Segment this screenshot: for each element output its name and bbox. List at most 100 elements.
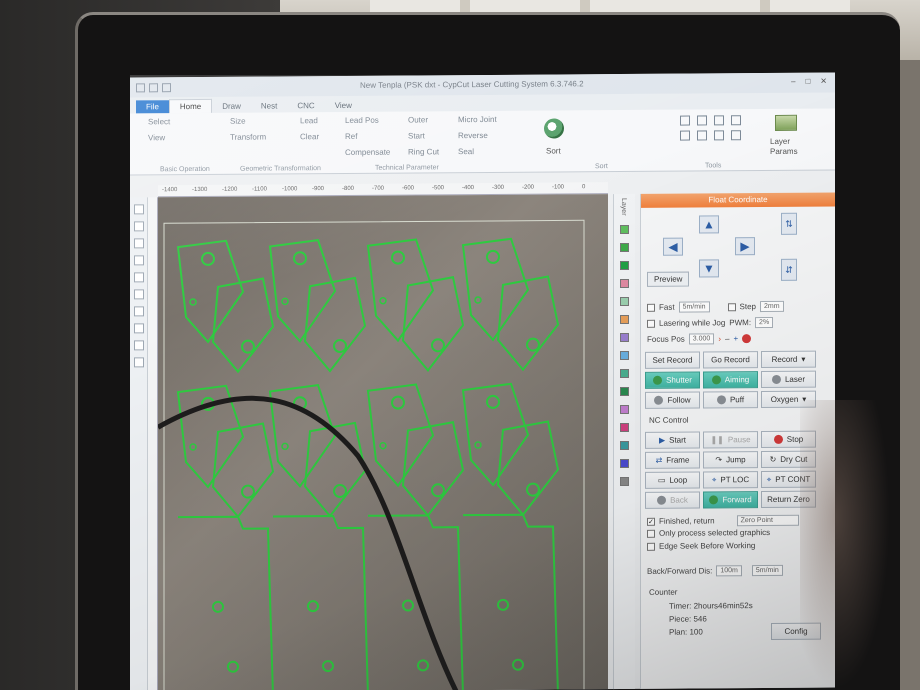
layer-swatch[interactable]	[620, 386, 629, 396]
z-up-icon[interactable]: ⇅	[781, 212, 797, 235]
text-tool-icon[interactable]	[133, 289, 144, 300]
jog-up-icon[interactable]: ▲	[699, 215, 719, 234]
focus-next-icon[interactable]: ›	[718, 334, 721, 343]
view-button[interactable]: View	[148, 133, 170, 142]
pointer-icon[interactable]	[133, 204, 144, 215]
jump-button[interactable]: ↷ Jump	[703, 451, 758, 469]
ungroup-icon[interactable]	[697, 130, 707, 141]
aiming-button[interactable]: Aiming	[703, 371, 758, 389]
seal-button[interactable]: Seal	[458, 147, 497, 156]
back-button[interactable]: Back	[645, 491, 700, 509]
sort-icon[interactable]	[544, 118, 564, 139]
outer-button[interactable]: Outer	[408, 115, 439, 124]
measure-icon[interactable]	[731, 115, 741, 126]
tab-cnc[interactable]: CNC	[287, 99, 324, 112]
preview-button[interactable]: Preview	[647, 271, 690, 287]
pause-button[interactable]: ❚❚ Pause	[703, 431, 758, 449]
layer-swatch[interactable]	[620, 242, 629, 252]
record-dropdown[interactable]: Record ▾	[761, 350, 816, 369]
node-edit-icon[interactable]	[133, 221, 144, 232]
align-right-icon[interactable]	[714, 115, 724, 126]
maximize-icon[interactable]: □	[805, 77, 810, 86]
set-record-button[interactable]: Set Record	[645, 351, 700, 369]
config-button[interactable]: Config	[771, 622, 821, 640]
lead-button[interactable]: Lead	[300, 116, 319, 125]
ring-cut-button[interactable]: Ring Cut	[408, 147, 439, 156]
compensate-button[interactable]: Compensate	[345, 148, 390, 157]
tab-view[interactable]: View	[325, 99, 362, 112]
close-icon[interactable]: ✕	[820, 77, 827, 86]
loop-button[interactable]: ▭ Loop	[645, 471, 700, 489]
layer-swatch[interactable]	[620, 296, 629, 306]
layer-swatch[interactable]	[620, 458, 629, 468]
pwm-select[interactable]: 2%	[755, 316, 774, 329]
jog-left-icon[interactable]: ◀	[663, 237, 683, 256]
layer-swatch[interactable]	[620, 332, 629, 342]
focus-close-icon[interactable]	[742, 334, 752, 344]
select-button[interactable]: Select	[148, 117, 170, 126]
fast-checkbox[interactable]	[647, 303, 655, 312]
focus-plus-icon[interactable]: +	[733, 334, 738, 343]
puff-button[interactable]: Puff	[703, 391, 758, 409]
group-icon[interactable]	[680, 130, 690, 141]
arc-tool-icon[interactable]	[133, 323, 144, 334]
float-coordinate-header[interactable]: Float Coordinate	[641, 192, 835, 208]
lasering-checkbox[interactable]	[647, 319, 655, 328]
tab-file[interactable]: File	[136, 100, 169, 114]
layer-swatch[interactable]	[620, 440, 629, 450]
only-selected-checkbox[interactable]	[647, 529, 655, 538]
layer-swatch[interactable]	[620, 314, 629, 324]
tab-draw[interactable]: Draw	[212, 100, 251, 113]
align-left-icon[interactable]	[680, 115, 690, 126]
size-button[interactable]: Size	[230, 117, 266, 126]
open-file-icon[interactable]	[149, 82, 158, 92]
layer-swatch[interactable]	[620, 368, 629, 378]
start-button[interactable]: ▶ Start	[645, 431, 700, 449]
quick-access-toolbar[interactable]	[136, 82, 171, 92]
start-point-button[interactable]: Start	[408, 131, 439, 140]
z-down-icon[interactable]: ⇵	[781, 258, 797, 281]
transform-button[interactable]: Transform	[230, 133, 266, 142]
minimize-icon[interactable]: –	[791, 77, 795, 86]
circle-tool-icon[interactable]	[133, 272, 144, 283]
focus-pos-input[interactable]: 3.000	[688, 333, 715, 345]
shutter-button[interactable]: Shutter	[645, 371, 700, 389]
ref-button[interactable]: Ref	[345, 132, 390, 141]
micro-joint-button[interactable]: Micro Joint	[458, 115, 497, 124]
tab-nest[interactable]: Nest	[251, 99, 287, 112]
drawing-canvas[interactable]	[158, 194, 608, 690]
dry-cut-button[interactable]: ↻ Dry Cut	[761, 450, 816, 469]
reverse-button[interactable]: Reverse	[458, 131, 497, 140]
rotate-icon[interactable]	[731, 130, 741, 141]
return-zero-button[interactable]: Return Zero	[761, 490, 816, 509]
frame-button[interactable]: ⇄ Frame	[645, 451, 700, 469]
forward-button[interactable]: Forward	[703, 491, 758, 509]
pt-cont-button[interactable]: ⌖ PT CONT	[761, 470, 816, 489]
clear-button[interactable]: Clear	[300, 132, 319, 141]
save-icon[interactable]	[162, 82, 171, 92]
step-select[interactable]: 2mm	[759, 300, 784, 313]
zoom-icon[interactable]	[133, 340, 144, 351]
mirror-icon[interactable]	[714, 130, 724, 141]
pan-icon[interactable]	[133, 357, 144, 368]
sort-button-label[interactable]: Sort	[546, 146, 561, 155]
jog-down-icon[interactable]: ▼	[699, 259, 719, 278]
layer-swatch[interactable]	[620, 476, 629, 486]
laser-button[interactable]: Laser	[761, 370, 816, 389]
finished-return-checkbox[interactable]	[647, 517, 655, 526]
polygon-tool-icon[interactable]	[133, 306, 144, 317]
back-forward-speed-select[interactable]: 5m/min	[751, 564, 783, 577]
layer-swatch[interactable]	[620, 350, 629, 360]
layer-swatch[interactable]	[620, 278, 629, 288]
layer-swatch[interactable]	[620, 224, 629, 234]
new-file-icon[interactable]	[136, 82, 145, 92]
zero-point-select[interactable]: Zero Point	[736, 514, 799, 527]
line-tool-icon[interactable]	[133, 238, 144, 249]
lead-pos-button[interactable]: Lead Pos	[345, 116, 390, 125]
layer-swatch[interactable]	[620, 422, 629, 432]
go-record-button[interactable]: Go Record	[703, 351, 758, 369]
focus-minus-icon[interactable]: –	[725, 334, 729, 343]
back-forward-distance-select[interactable]: 100m	[716, 565, 742, 577]
layer-params-icon[interactable]	[775, 114, 797, 131]
jog-right-icon[interactable]: ▶	[735, 237, 755, 256]
